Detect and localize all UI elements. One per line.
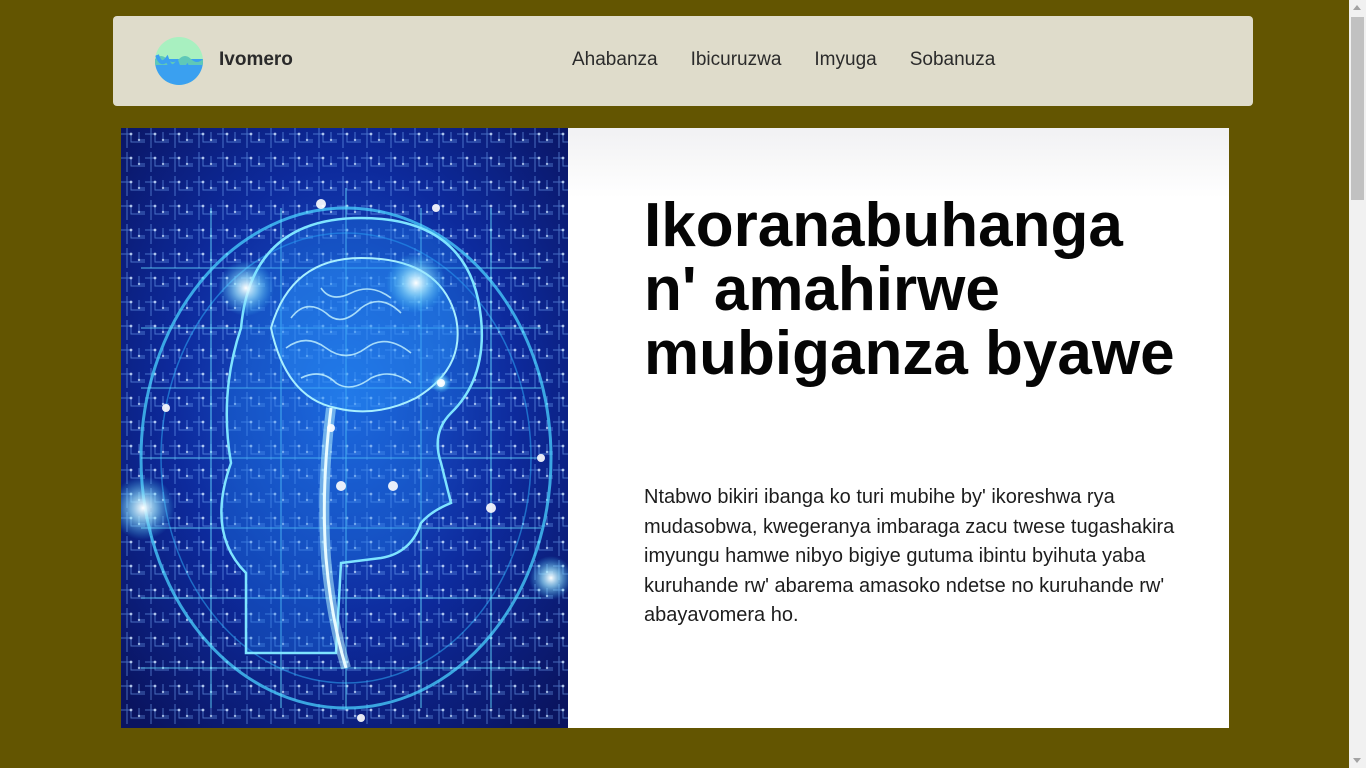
nav-item-ibicuruzwa: Ibicuruzwa	[691, 49, 782, 71]
nav-link-ahabanza[interactable]: Ahabanza	[572, 49, 658, 71]
nav-link-ibicuruzwa[interactable]: Ibicuruzwa	[691, 49, 782, 71]
nav-item-imyuga: Imyuga	[814, 49, 876, 71]
nav-link-imyuga[interactable]: Imyuga	[814, 49, 876, 71]
brand-name[interactable]: Ivomero	[219, 49, 293, 71]
nav-item-sobanuza: Sobanuza	[910, 49, 996, 71]
hero-headline: Ikoranabuhanga n' amahirwe mubiganza bya…	[644, 191, 1175, 388]
nav-item-ahabanza: Ahabanza	[572, 49, 658, 71]
hero-text-panel: Ikoranabuhanga n' amahirwe mubiganza bya…	[568, 128, 1229, 728]
hero-description: Ntabwo bikiri ibanga ko turi mubihe by' …	[644, 486, 1175, 626]
digital-brain-circuit-image	[121, 128, 568, 728]
hero-section: Ikoranabuhanga n' amahirwe mubiganza bya…	[121, 128, 1229, 728]
main-nav: Ahabanza Ibicuruzwa Imyuga Sobanuza	[572, 49, 995, 71]
scroll-down-arrow-icon[interactable]	[1353, 758, 1361, 763]
water-waves-logo-icon[interactable]	[155, 37, 203, 85]
nav-link-sobanuza[interactable]: Sobanuza	[910, 49, 996, 71]
scroll-up-arrow-icon[interactable]	[1353, 5, 1361, 10]
navbar: Ivomero Ahabanza Ibicuruzwa Imyuga Soban…	[113, 16, 1253, 106]
scrollbar-thumb[interactable]	[1351, 17, 1364, 200]
vertical-scrollbar[interactable]	[1349, 0, 1366, 768]
